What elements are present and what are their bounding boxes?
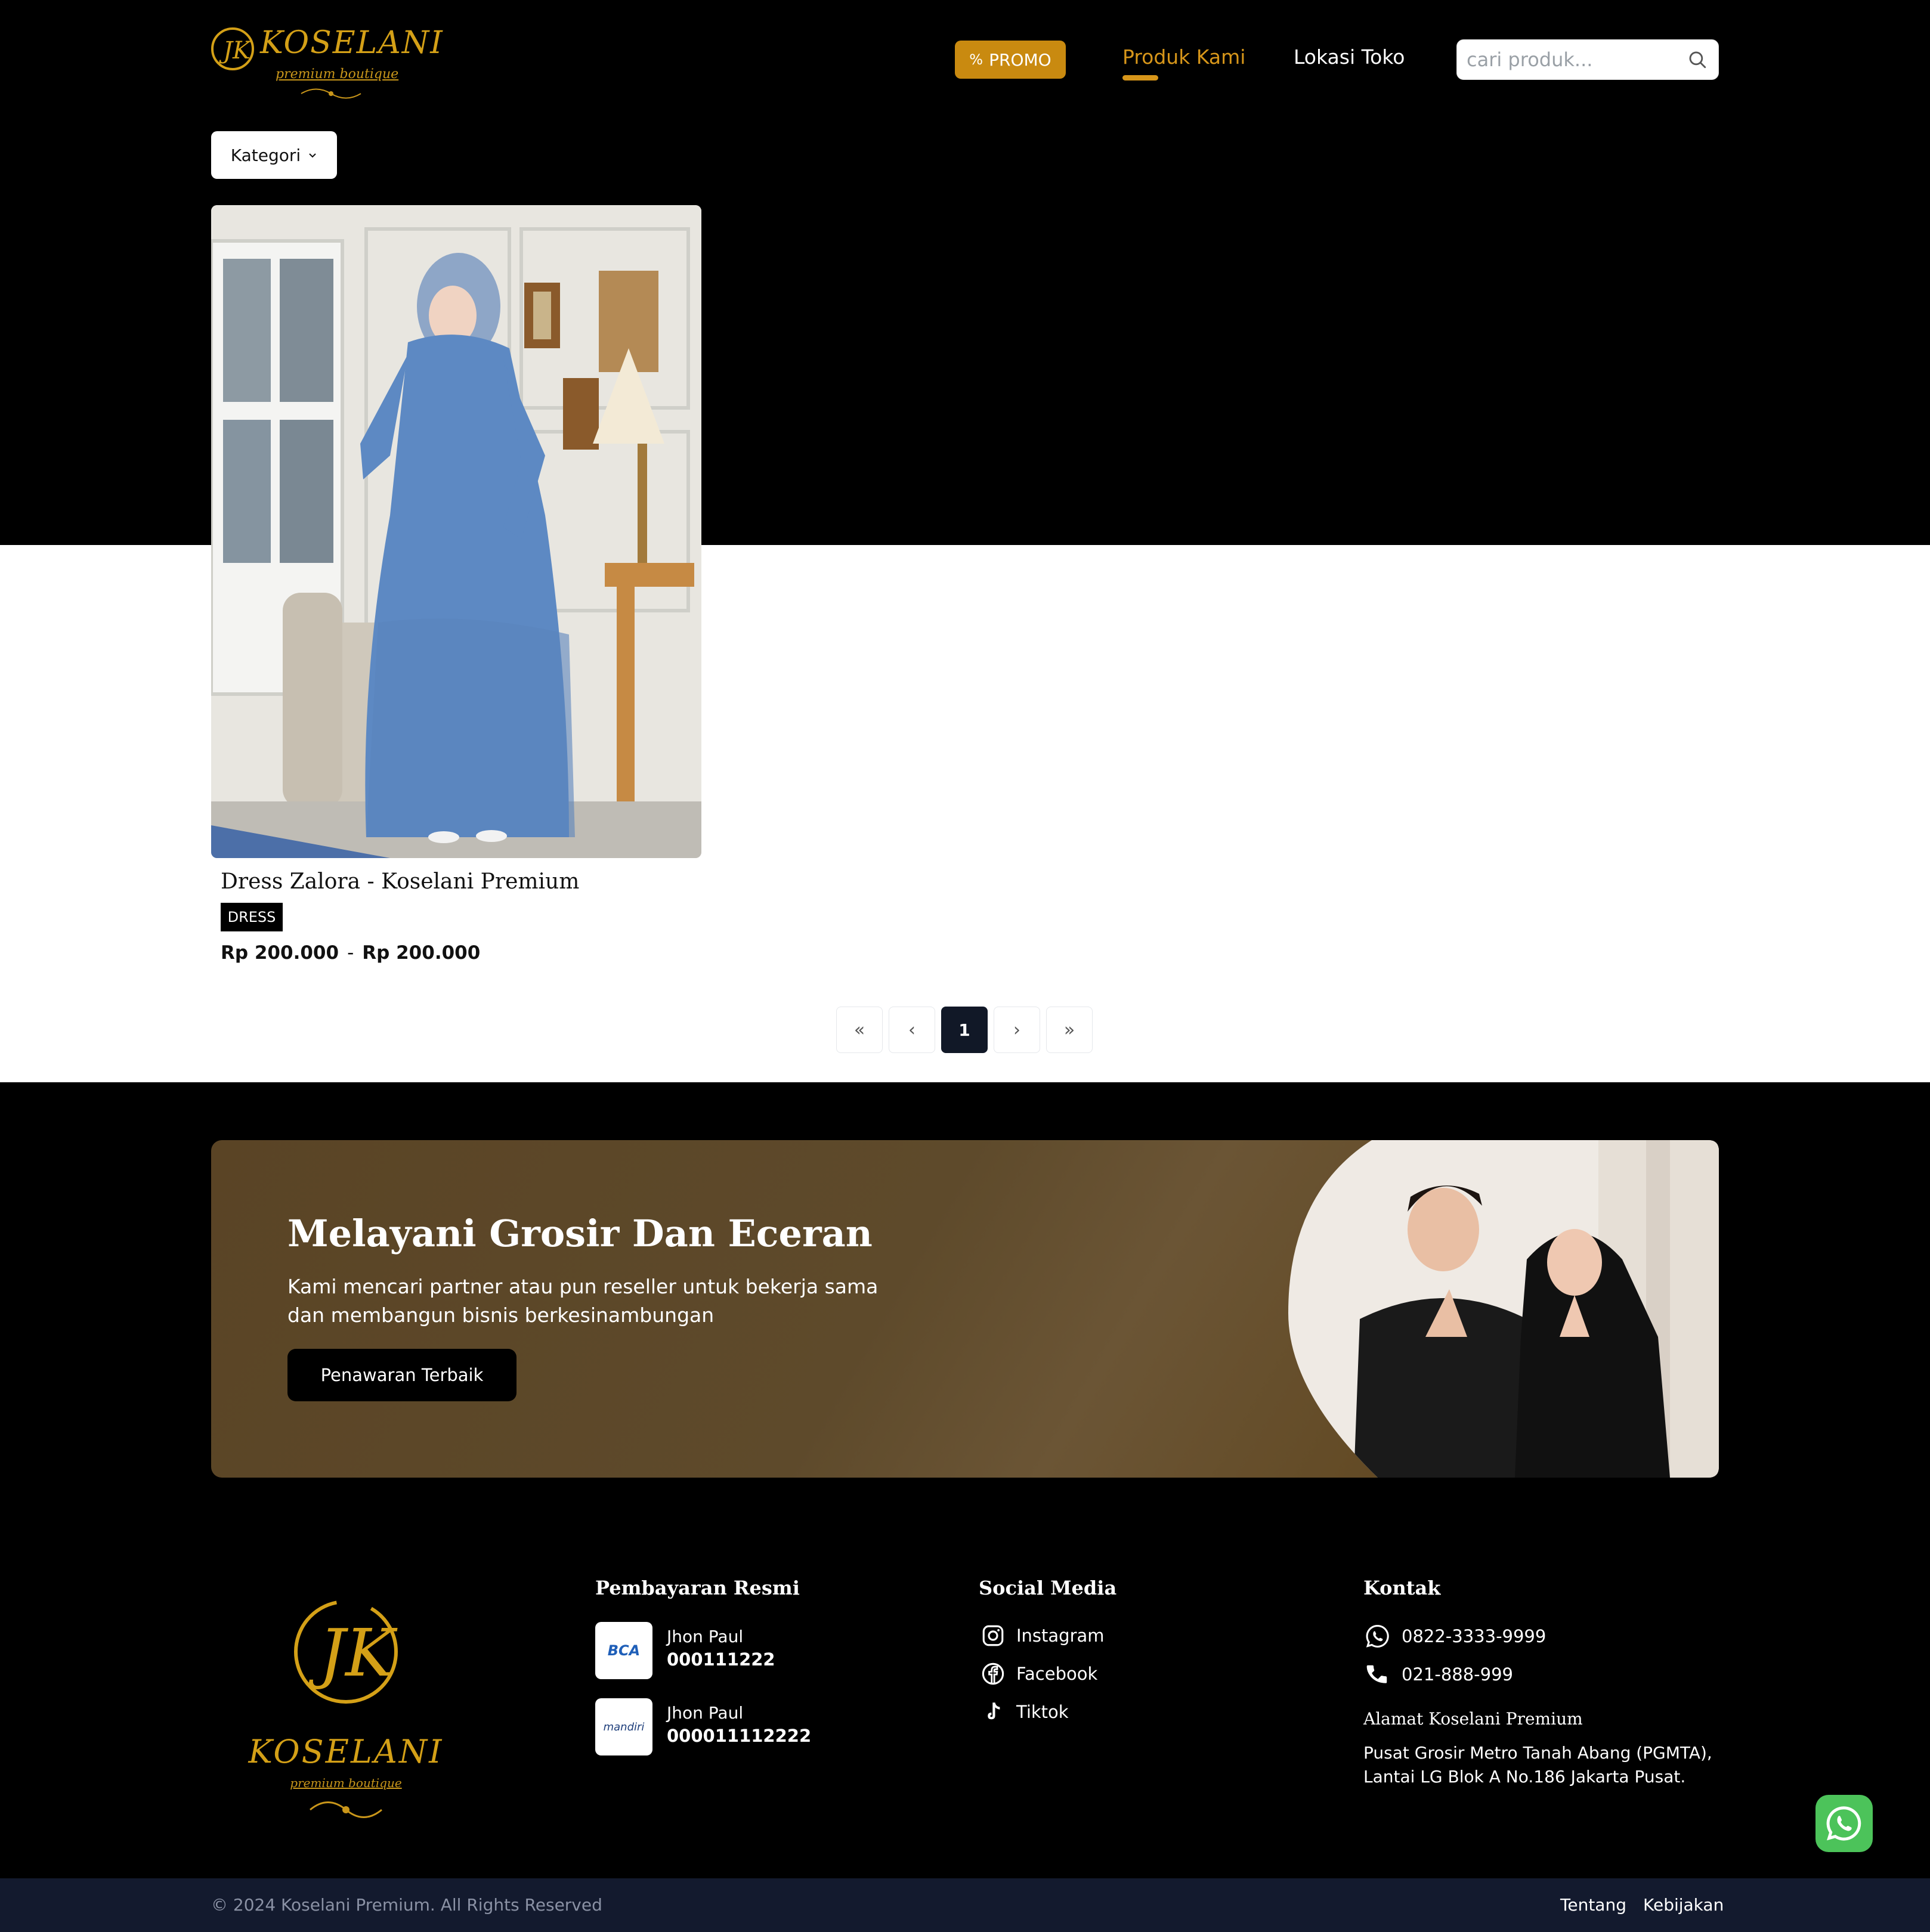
banner-description: Kami mencari partner atau pun reseller u… (287, 1275, 879, 1327)
bca-logo: BCA (595, 1622, 652, 1679)
mandiri-logo: mandiri (595, 1698, 652, 1755)
whatsapp-icon (1366, 1625, 1389, 1648)
tiktok-icon (988, 1702, 1000, 1720)
logo-text: KOSELANI (260, 25, 444, 61)
footer-logo-flourish-icon (310, 1801, 382, 1818)
kategori-dropdown[interactable]: Kategori (211, 131, 337, 179)
store-address: Pusat Grosir Metro Tanah Abang (PGMTA), … (1363, 1743, 1712, 1787)
logo-subtitle: premium boutique (276, 67, 399, 82)
product-photo (211, 205, 701, 858)
price-min: Rp 200.000 (221, 942, 339, 964)
logo-flourish-icon (301, 88, 361, 99)
payment-name: Jhon Paul (667, 1703, 744, 1723)
payment-name: Jhon Paul (667, 1627, 744, 1646)
bca-logo-text: BCA (607, 1642, 641, 1659)
product-image[interactable] (211, 205, 701, 858)
social-label: Tiktok (1016, 1702, 1069, 1722)
contact-phone[interactable]: 021-888-999 (1365, 1661, 1513, 1688)
search-input[interactable] (1467, 46, 1681, 73)
promo-label: PROMO (989, 49, 1051, 70)
chevron-down-icon (309, 153, 316, 158)
pagination-prev-button[interactable]: ‹ (889, 1007, 935, 1053)
product-price: Rp 200.000- Rp 200.000 (221, 942, 480, 964)
footer-logo-text: KOSELANI (248, 1733, 444, 1770)
social-label: Facebook (1016, 1664, 1098, 1684)
social-title: Social Media (979, 1577, 1117, 1599)
banner-couple-image (1288, 1140, 1719, 1478)
whatsapp-float-button[interactable] (1815, 1795, 1873, 1852)
price-separator: - (347, 942, 354, 964)
nav-lokasi-toko[interactable]: Lokasi Toko (1294, 45, 1405, 69)
contact-whatsapp[interactable]: 0822-3333-9999 (1365, 1623, 1546, 1649)
mandiri-logo-text: mandiri (603, 1720, 645, 1733)
contact-title: Kontak (1363, 1577, 1441, 1599)
brand-logo[interactable]: JK KOSELANI premium boutique (209, 21, 443, 99)
footer-link-kebijakan[interactable]: Kebijakan (1643, 1895, 1724, 1915)
category-badge: DRESS (221, 903, 283, 931)
footer-logo-emblem-icon: JK (294, 1600, 398, 1704)
facebook-icon (982, 1662, 1004, 1685)
phone-number: 021-888-999 (1402, 1664, 1513, 1685)
pagination-last-button[interactable]: » (1046, 1007, 1093, 1053)
logo-emblem-icon: JK (211, 27, 254, 70)
payment-title: Pembayaran Resmi (595, 1577, 800, 1599)
percent-icon: % (969, 51, 983, 68)
pagination-page-1[interactable]: 1 (941, 1007, 988, 1053)
svg-text:JK: JK (308, 1615, 398, 1691)
nav-active-indicator (1122, 75, 1158, 80)
footer-logo[interactable]: JK KOSELANI premium boutique (233, 1586, 459, 1831)
price-max: Rp 200.000 (362, 942, 481, 964)
payment-number: 000111222 (667, 1649, 775, 1670)
search-icon[interactable] (1687, 49, 1708, 70)
address-title: Alamat Koselani Premium (1363, 1709, 1583, 1729)
banner-title: Melayani Grosir Dan Eceran (287, 1212, 873, 1255)
social-tiktok-link[interactable]: Tiktok (981, 1699, 1069, 1724)
social-facebook-link[interactable]: Facebook (981, 1661, 1097, 1686)
footer-link-tentang[interactable]: Tentang (1560, 1895, 1626, 1915)
whatsapp-number: 0822-3333-9999 (1402, 1626, 1547, 1646)
kategori-label: Kategori (230, 145, 301, 165)
social-label: Instagram (1016, 1626, 1105, 1646)
banner-photo (1288, 1140, 1719, 1478)
pagination-next-button[interactable]: › (994, 1007, 1040, 1053)
social-instagram-link[interactable]: Instagram (981, 1623, 1105, 1648)
copyright-text: © 2024 Koselani Premium. All Rights Rese… (211, 1895, 602, 1915)
phone-icon (1366, 1665, 1387, 1683)
penawaran-terbaik-button[interactable]: Penawaran Terbaik (287, 1349, 516, 1401)
whatsapp-icon (1826, 1806, 1861, 1841)
search-box (1456, 39, 1719, 80)
pagination-first-button[interactable]: « (836, 1007, 883, 1053)
instagram-icon (982, 1625, 1004, 1646)
footer-logo-subtitle: premium boutique (290, 1776, 402, 1790)
product-title[interactable]: Dress Zalora - Koselani Premium (221, 869, 579, 894)
payment-number: 000011112222 (667, 1726, 812, 1746)
svg-text:JK: JK (219, 37, 252, 64)
promo-button[interactable]: % PROMO (955, 41, 1066, 79)
nav-produk-kami[interactable]: Produk Kami (1122, 45, 1245, 69)
